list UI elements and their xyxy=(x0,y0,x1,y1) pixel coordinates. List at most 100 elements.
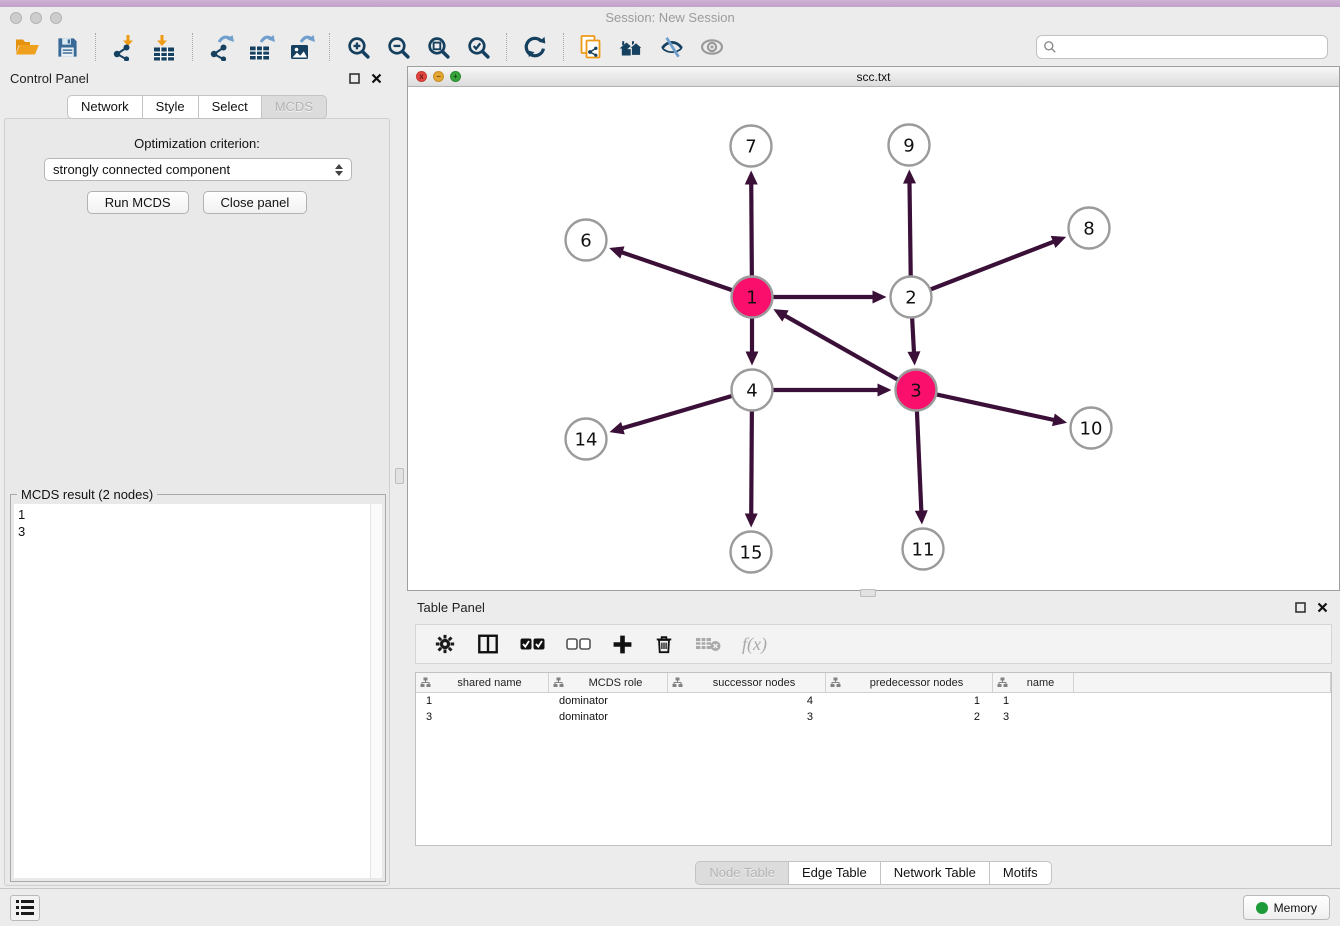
zoom-in-button[interactable] xyxy=(341,32,375,62)
network-graph[interactable]: 1234678910111415 xyxy=(408,87,1339,590)
new-network-from-selection-button[interactable] xyxy=(575,32,609,62)
hierarchy-icon xyxy=(553,677,564,688)
column-header-predecessor-nodes[interactable]: predecessor nodes xyxy=(826,673,993,692)
houses-icon xyxy=(618,35,646,59)
tab-network-table[interactable]: Network Table xyxy=(881,861,990,885)
column-header-MCDS-role[interactable]: MCDS role xyxy=(549,673,668,692)
graph-arrowhead xyxy=(746,352,759,366)
toolbar-separator xyxy=(329,33,330,61)
task-history-button[interactable] xyxy=(10,895,40,921)
table-cell[interactable]: dominator xyxy=(549,709,668,725)
tab-network[interactable]: Network xyxy=(67,95,143,119)
select-all-columns-button[interactable] xyxy=(520,638,545,650)
add-column-button[interactable] xyxy=(612,634,633,655)
table-cell[interactable]: 1 xyxy=(826,693,993,709)
minimize-network-icon[interactable]: − xyxy=(433,71,444,82)
list-icon xyxy=(15,899,35,916)
network-window-titlebar[interactable]: x − + scc.txt xyxy=(408,67,1339,87)
column-header-name[interactable]: name xyxy=(993,673,1074,692)
table-row[interactable]: 1dominator411 xyxy=(416,693,1331,709)
network-canvas[interactable]: 1234678910111415 xyxy=(408,87,1339,590)
graph-edge-3-1[interactable] xyxy=(784,315,916,390)
window-title: Session: New Session xyxy=(0,10,1340,25)
column-header-successor-nodes[interactable]: successor nodes xyxy=(668,673,826,692)
table-cell[interactable]: 1 xyxy=(416,693,549,709)
export-image-icon xyxy=(288,34,315,61)
close-panel-pushbutton[interactable]: Close panel xyxy=(203,191,308,214)
table-cell[interactable]: 4 xyxy=(668,693,826,709)
zoom-out-button[interactable] xyxy=(381,32,415,62)
criterion-dropdown[interactable]: strongly connected component xyxy=(44,158,352,181)
graph-node-label: 15 xyxy=(740,543,763,564)
column-layout-button[interactable] xyxy=(477,633,499,655)
tab-mcds[interactable]: MCDS xyxy=(262,95,327,119)
search-input[interactable] xyxy=(1036,35,1328,59)
tab-motifs[interactable]: Motifs xyxy=(990,861,1052,885)
column-header-shared-name[interactable]: shared name xyxy=(416,673,549,692)
close-panel-button[interactable] xyxy=(368,70,384,86)
tab-edge-table[interactable]: Edge Table xyxy=(789,861,881,885)
import-network-icon xyxy=(111,34,138,61)
table-cell[interactable]: 1 xyxy=(993,693,1074,709)
close-network-icon[interactable]: x xyxy=(416,71,427,82)
delete-table-button[interactable] xyxy=(695,636,721,652)
graph-arrowhead xyxy=(915,510,928,524)
optimization-criterion-label: Optimization criterion: xyxy=(0,136,394,151)
export-network-button[interactable] xyxy=(204,32,238,62)
show-all-button[interactable] xyxy=(695,32,729,62)
network-view-window: x − + scc.txt 1234678910111415 xyxy=(407,66,1340,591)
import-network-button[interactable] xyxy=(107,32,141,62)
graph-node-label: 6 xyxy=(580,231,591,252)
zoom-fit-button[interactable] xyxy=(421,32,455,62)
memory-label: Memory xyxy=(1274,901,1317,915)
graph-node-label: 9 xyxy=(903,136,914,157)
mcds-result-scrollbar[interactable] xyxy=(370,504,382,878)
open-session-button[interactable] xyxy=(10,32,44,62)
deselect-all-columns-button[interactable] xyxy=(566,638,591,650)
tab-style[interactable]: Style xyxy=(143,95,199,119)
first-neighbors-button[interactable] xyxy=(615,32,649,62)
hierarchy-icon xyxy=(830,677,841,688)
float-panel-button[interactable] xyxy=(346,70,362,86)
refresh-view-button[interactable] xyxy=(518,32,552,62)
window-accent-strip xyxy=(0,0,1340,7)
table-toolbar: f(x) xyxy=(415,624,1332,664)
save-session-button[interactable] xyxy=(50,32,84,62)
close-icon xyxy=(371,73,382,84)
zoom-selected-icon xyxy=(466,35,491,60)
float-table-panel-button[interactable] xyxy=(1292,599,1308,615)
table-panel-tabs: Node Table Edge Table Network Table Moti… xyxy=(407,861,1340,885)
column-header-label: shared name xyxy=(435,677,544,689)
vertical-splitter-handle[interactable] xyxy=(395,468,404,484)
hierarchy-icon xyxy=(672,677,683,688)
control-panel-title: Control Panel xyxy=(10,71,89,86)
hide-selected-button[interactable] xyxy=(655,32,689,62)
import-table-button[interactable] xyxy=(147,32,181,62)
table-row[interactable]: 3dominator323 xyxy=(416,709,1331,725)
table-cell[interactable]: 3 xyxy=(668,709,826,725)
run-mcds-button[interactable]: Run MCDS xyxy=(87,191,189,214)
table-settings-button[interactable] xyxy=(434,633,456,655)
export-table-button[interactable] xyxy=(244,32,278,62)
table-cell[interactable]: 3 xyxy=(416,709,549,725)
maximize-network-icon[interactable]: + xyxy=(450,71,461,82)
graph-edge-2-8[interactable] xyxy=(911,241,1055,297)
close-table-panel-button[interactable] xyxy=(1314,599,1330,615)
function-builder-button[interactable]: f(x) xyxy=(742,634,767,655)
zoom-selected-button[interactable] xyxy=(461,32,495,62)
mcds-result-text[interactable]: 1 3 xyxy=(14,504,370,878)
table-cell[interactable]: dominator xyxy=(549,693,668,709)
tab-node-table[interactable]: Node Table xyxy=(695,861,789,885)
memory-button[interactable]: Memory xyxy=(1243,895,1330,920)
export-image-button[interactable] xyxy=(284,32,318,62)
graph-arrowhead xyxy=(903,169,916,183)
table-panel-header: Table Panel xyxy=(407,595,1340,619)
graph-arrowhead xyxy=(1052,413,1067,426)
table-cell[interactable]: 2 xyxy=(826,709,993,725)
new-network-from-selection-icon xyxy=(579,33,606,61)
graph-arrowhead xyxy=(609,422,624,434)
horizontal-splitter-handle[interactable] xyxy=(860,589,876,597)
delete-column-button[interactable] xyxy=(654,633,674,655)
table-cell[interactable]: 3 xyxy=(993,709,1074,725)
tab-select[interactable]: Select xyxy=(199,95,262,119)
